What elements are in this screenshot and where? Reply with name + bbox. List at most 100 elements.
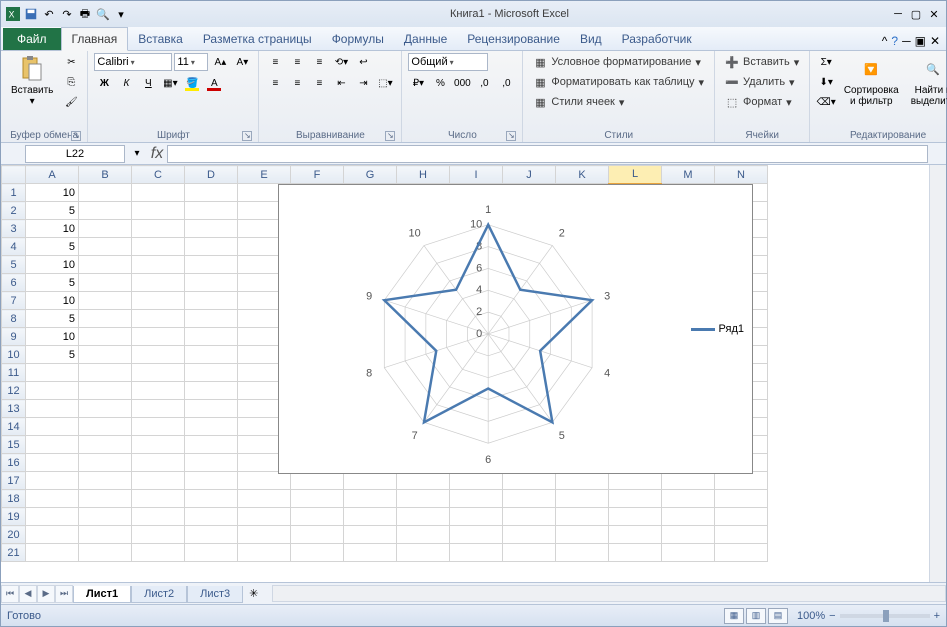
col-header-F[interactable]: F — [291, 166, 344, 184]
cell-M19[interactable] — [662, 508, 715, 526]
cell-B2[interactable] — [79, 202, 132, 220]
cell-D18[interactable] — [185, 490, 238, 508]
cell-C13[interactable] — [132, 400, 185, 418]
cell-D4[interactable] — [185, 238, 238, 256]
redo-icon[interactable]: ↷ — [59, 6, 75, 22]
cell-D7[interactable] — [185, 292, 238, 310]
cell-K18[interactable] — [556, 490, 609, 508]
row-header-1[interactable]: 1 — [2, 184, 26, 202]
cell-F18[interactable] — [291, 490, 344, 508]
clipboard-launcher-icon[interactable]: ↘ — [71, 131, 81, 141]
row-header-3[interactable]: 3 — [2, 220, 26, 238]
cell-M21[interactable] — [662, 544, 715, 562]
col-header-I[interactable]: I — [450, 166, 503, 184]
cell-M20[interactable] — [662, 526, 715, 544]
cell-B13[interactable] — [79, 400, 132, 418]
maximize-icon[interactable]: ▢ — [908, 6, 924, 22]
cell-A17[interactable] — [26, 472, 79, 490]
cell-B19[interactable] — [79, 508, 132, 526]
delete-cells-button[interactable]: ➖Удалить ▾ — [721, 73, 799, 91]
zoom-out-icon[interactable]: − — [829, 610, 835, 622]
cut-icon[interactable]: ✂ — [61, 53, 81, 71]
grow-font-icon[interactable]: A▴ — [210, 53, 230, 71]
cell-A8[interactable]: 5 — [26, 310, 79, 328]
bold-icon[interactable]: Ж — [94, 74, 114, 92]
cell-B9[interactable] — [79, 328, 132, 346]
radar-chart[interactable]: 123456789100246810 Ряд1 — [278, 184, 753, 474]
cell-B8[interactable] — [79, 310, 132, 328]
align-center-icon[interactable]: ≡ — [287, 74, 307, 92]
cell-C14[interactable] — [132, 418, 185, 436]
border-icon[interactable]: ▦▾ — [160, 74, 180, 92]
clear-icon[interactable]: ⌫▾ — [816, 93, 836, 111]
cell-H19[interactable] — [397, 508, 450, 526]
row-header-10[interactable]: 10 — [2, 346, 26, 364]
vertical-scrollbar[interactable] — [929, 165, 946, 582]
cell-H20[interactable] — [397, 526, 450, 544]
cell-C10[interactable] — [132, 346, 185, 364]
cell-K19[interactable] — [556, 508, 609, 526]
cell-I19[interactable] — [450, 508, 503, 526]
font-name-combo[interactable]: Calibri▾ — [94, 53, 172, 71]
cell-D10[interactable] — [185, 346, 238, 364]
cell-A4[interactable]: 5 — [26, 238, 79, 256]
cell-C17[interactable] — [132, 472, 185, 490]
font-color-icon[interactable]: A — [204, 74, 224, 92]
cell-A6[interactable]: 5 — [26, 274, 79, 292]
cell-J20[interactable] — [503, 526, 556, 544]
cell-C9[interactable] — [132, 328, 185, 346]
col-header-L[interactable]: L — [609, 166, 662, 184]
col-header-E[interactable]: E — [238, 166, 291, 184]
cell-F20[interactable] — [291, 526, 344, 544]
col-header-G[interactable]: G — [344, 166, 397, 184]
cell-B11[interactable] — [79, 364, 132, 382]
row-header-13[interactable]: 13 — [2, 400, 26, 418]
cell-D8[interactable] — [185, 310, 238, 328]
cell-B20[interactable] — [79, 526, 132, 544]
cell-D12[interactable] — [185, 382, 238, 400]
new-sheet-icon[interactable]: ✳ — [243, 587, 264, 600]
cell-E18[interactable] — [238, 490, 291, 508]
cell-C2[interactable] — [132, 202, 185, 220]
row-header-9[interactable]: 9 — [2, 328, 26, 346]
col-header-H[interactable]: H — [397, 166, 450, 184]
qat-more-icon[interactable]: ▾ — [113, 6, 129, 22]
cell-D1[interactable] — [185, 184, 238, 202]
cell-D20[interactable] — [185, 526, 238, 544]
shrink-font-icon[interactable]: A▾ — [232, 53, 252, 71]
ribbon-tab-5[interactable]: Рецензирование — [457, 28, 570, 50]
row-header-21[interactable]: 21 — [2, 544, 26, 562]
cell-D9[interactable] — [185, 328, 238, 346]
alignment-launcher-icon[interactable]: ↘ — [385, 131, 395, 141]
cell-B15[interactable] — [79, 436, 132, 454]
cell-N19[interactable] — [715, 508, 768, 526]
cell-C3[interactable] — [132, 220, 185, 238]
italic-icon[interactable]: К — [116, 74, 136, 92]
sheet-tab-0[interactable]: Лист1 — [73, 586, 131, 603]
format-as-table-button[interactable]: ▦Форматировать как таблицу ▾ — [529, 73, 708, 91]
cell-A10[interactable]: 5 — [26, 346, 79, 364]
font-launcher-icon[interactable]: ↘ — [242, 131, 252, 141]
align-bottom-icon[interactable]: ≡ — [309, 53, 329, 71]
minimize-ribbon-icon[interactable]: ^ — [882, 34, 888, 48]
cell-B18[interactable] — [79, 490, 132, 508]
cell-B3[interactable] — [79, 220, 132, 238]
row-header-15[interactable]: 15 — [2, 436, 26, 454]
underline-icon[interactable]: Ч — [138, 74, 158, 92]
ribbon-tab-1[interactable]: Вставка — [128, 28, 193, 50]
col-header-M[interactable]: M — [662, 166, 715, 184]
cell-A19[interactable] — [26, 508, 79, 526]
cell-D15[interactable] — [185, 436, 238, 454]
row-header-2[interactable]: 2 — [2, 202, 26, 220]
row-header-14[interactable]: 14 — [2, 418, 26, 436]
cell-L18[interactable] — [609, 490, 662, 508]
cell-C18[interactable] — [132, 490, 185, 508]
cell-C19[interactable] — [132, 508, 185, 526]
decrease-indent-icon[interactable]: ⇤ — [331, 74, 351, 92]
fx-icon[interactable]: fx — [147, 145, 167, 163]
cell-L21[interactable] — [609, 544, 662, 562]
cell-C6[interactable] — [132, 274, 185, 292]
normal-view-icon[interactable]: ▦ — [724, 608, 744, 624]
tab-prev-icon[interactable]: ◀ — [19, 585, 37, 603]
cell-A15[interactable] — [26, 436, 79, 454]
